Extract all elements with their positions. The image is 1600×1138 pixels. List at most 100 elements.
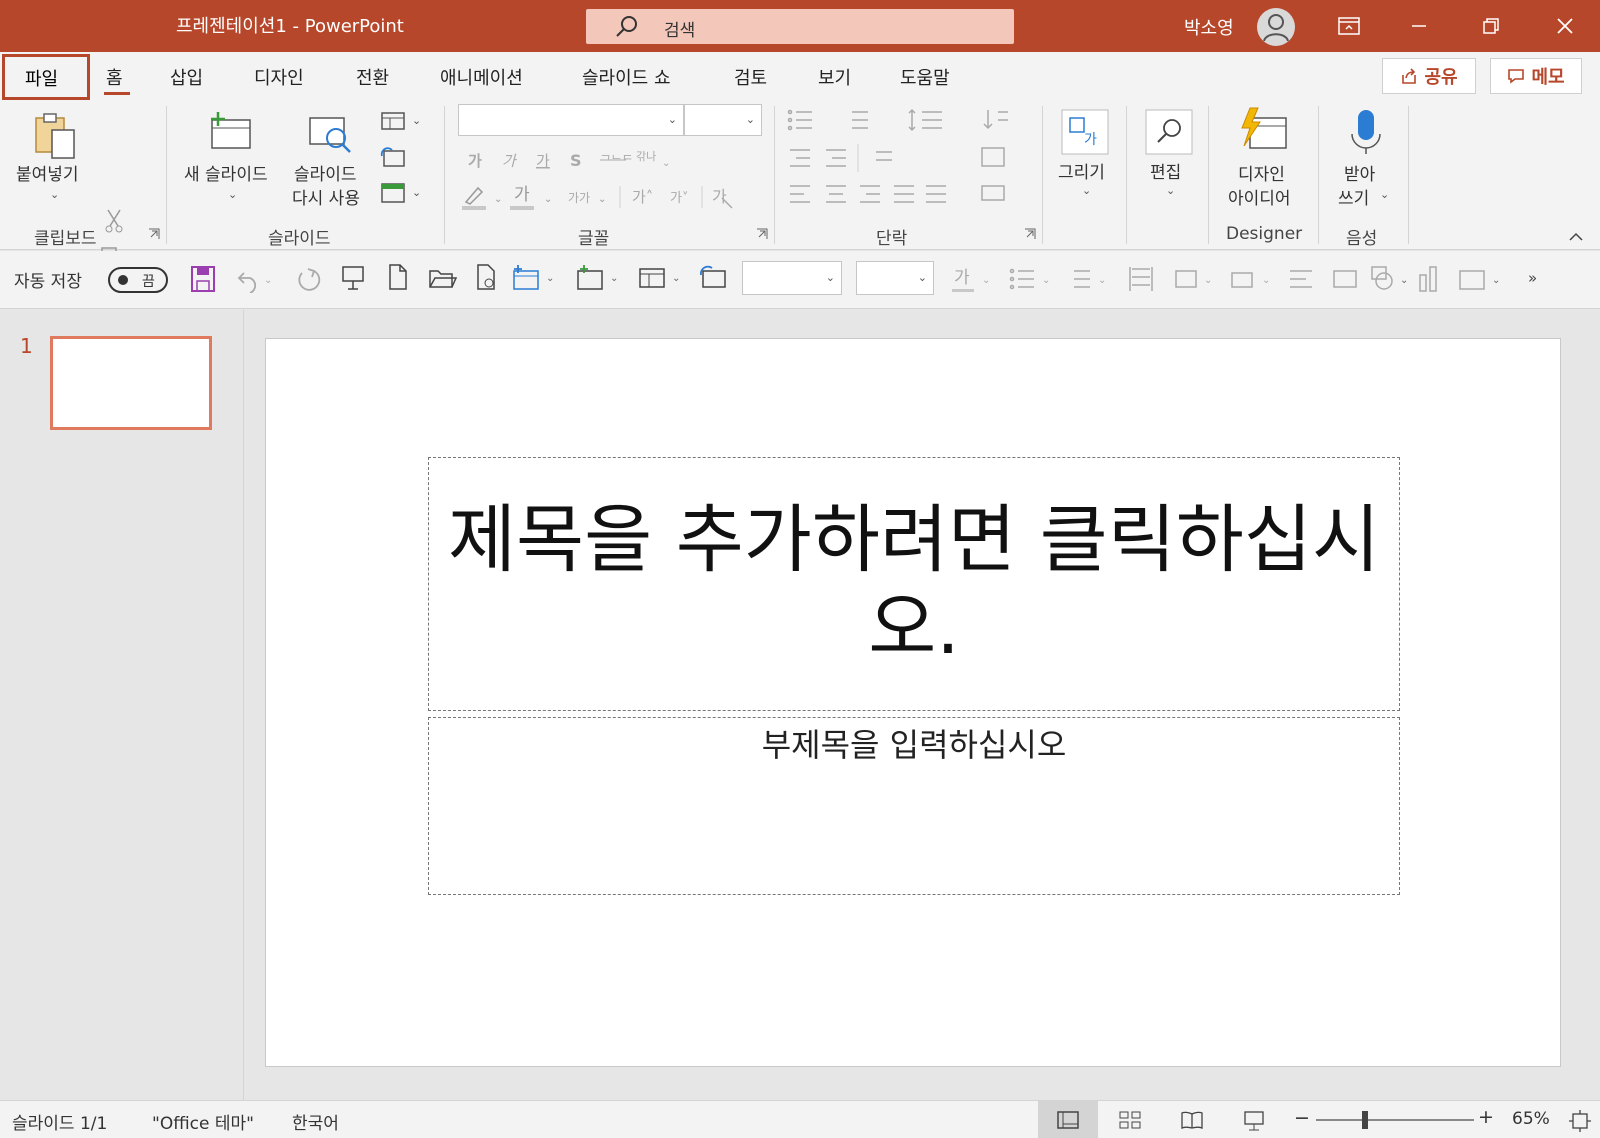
svg-text:⌄: ⌄ <box>662 158 670 169</box>
reading-view-button[interactable] <box>1162 1101 1222 1138</box>
dialog-launcher-icon[interactable] <box>756 228 768 240</box>
paste-button-label[interactable]: 붙여넣기 <box>16 160 79 185</box>
slideshow-view-button[interactable] <box>1224 1101 1284 1138</box>
tab-slideshow[interactable]: 슬라이드 쇼 <box>582 64 671 90</box>
dictate-label-2[interactable]: 쓰기 <box>1338 184 1369 209</box>
open-folder-icon[interactable] <box>428 265 458 291</box>
search-box[interactable]: 검색 <box>586 9 1014 44</box>
designer-group-label: Designer <box>1226 224 1303 244</box>
user-name[interactable]: 박소영 <box>1184 14 1234 40</box>
zoom-out-button[interactable]: − <box>1294 1107 1310 1129</box>
close-button[interactable] <box>1530 0 1600 52</box>
minimize-icon <box>1412 25 1426 27</box>
design-ideas-label-1[interactable]: 디자인 <box>1238 160 1285 185</box>
svg-text:⌄: ⌄ <box>1492 275 1500 286</box>
tab-transitions[interactable]: 전환 <box>356 64 389 90</box>
reset-qat-icon[interactable] <box>698 263 728 293</box>
find-icon[interactable] <box>1144 108 1194 156</box>
zoom-slider-thumb[interactable] <box>1362 1111 1368 1129</box>
reset-slide-icon[interactable] <box>380 146 406 168</box>
minimize-button[interactable] <box>1384 0 1454 52</box>
slideshow-from-start-icon[interactable] <box>340 263 368 293</box>
tab-review[interactable]: 검토 <box>734 64 767 90</box>
save-icon[interactable] <box>190 265 216 293</box>
slide-canvas[interactable]: 제목을 추가하려면 클릭하십시오. 부제목을 입력하십시오 <box>265 338 1561 1067</box>
restore-button[interactable] <box>1456 0 1526 52</box>
reuse-slides-label-1[interactable]: 슬라이드 <box>294 160 357 185</box>
draw-label[interactable]: 그리기 <box>1058 158 1105 183</box>
duplicate-slide-icon[interactable]: ⌄ <box>574 263 622 293</box>
design-ideas-label-2[interactable]: 아이디어 <box>1228 184 1291 209</box>
slide-sorter-button[interactable] <box>1100 1101 1160 1138</box>
normal-view-button[interactable] <box>1038 1101 1098 1138</box>
new-slide-label[interactable]: 새 슬라이드 <box>184 160 268 185</box>
edit-label[interactable]: 편집 <box>1150 158 1181 183</box>
subtitle-placeholder[interactable]: 부제목을 입력하십시오 <box>428 717 1400 895</box>
tab-design[interactable]: 디자인 <box>254 64 304 90</box>
svg-text:갂나: 갂나 <box>636 150 656 163</box>
font-color-row-icons[interactable]: ⌄ 가 ⌄ 가가 ⌄ 가˄ 가˅ 가 <box>460 182 760 212</box>
dictate-dropdown[interactable]: ⌄ <box>1380 188 1389 201</box>
new-slide-qat-icon[interactable]: ⌄ <box>510 263 558 293</box>
cut-icon[interactable] <box>102 208 126 234</box>
paste-icon[interactable] <box>30 110 82 162</box>
layout-qat-icon[interactable]: ⌄ <box>636 263 684 293</box>
section-dropdown[interactable]: ⌄ <box>412 186 421 199</box>
dialog-launcher-icon[interactable] <box>148 228 160 240</box>
section-icon[interactable] <box>380 182 406 204</box>
slide-thumbnail[interactable] <box>50 336 212 430</box>
fit-to-window-icon[interactable] <box>1568 1109 1592 1133</box>
svg-text:가: 가 <box>514 185 530 205</box>
draw-dropdown[interactable]: ⌄ <box>1082 184 1091 197</box>
autosave-toggle[interactable]: 끔 <box>108 267 168 293</box>
dialog-launcher-icon[interactable] <box>1024 228 1036 240</box>
microphone-icon[interactable] <box>1346 106 1386 158</box>
title-placeholder-text: 제목을 추가하려면 클릭하십시오. <box>447 497 1381 671</box>
tab-help[interactable]: 도움말 <box>900 64 950 90</box>
paragraph-format-icons[interactable] <box>786 106 1036 216</box>
qat-size-combo[interactable]: ⌄ <box>856 261 934 295</box>
new-slide-icon[interactable] <box>206 110 254 154</box>
memo-button[interactable]: 메모 <box>1490 58 1582 94</box>
collapse-ribbon-icon[interactable] <box>1568 230 1584 242</box>
edit-dropdown[interactable]: ⌄ <box>1166 184 1175 197</box>
clipboard-group-label: 클립보드 <box>34 229 97 249</box>
font-format-icons[interactable]: 가 가 가 S ᄀᄂᄃ 갂나 ⌄ <box>462 148 680 176</box>
language-indicator[interactable]: 한국어 <box>292 1109 339 1134</box>
zoom-in-button[interactable]: + <box>1478 1106 1494 1128</box>
qat-format-icons[interactable]: 가 ⌄ ⌄ ⌄ ⌄ ⌄ ⌄ ⌄ » <box>950 263 1550 295</box>
qat-font-combo[interactable]: ⌄ <box>742 261 842 295</box>
redo-icon[interactable] <box>294 265 322 293</box>
design-ideas-icon[interactable] <box>1236 106 1292 154</box>
tab-home[interactable]: 홈 <box>106 64 123 90</box>
zoom-slider[interactable] <box>1316 1119 1474 1121</box>
undo-icon[interactable]: ⌄ <box>236 265 280 293</box>
comment-icon <box>1508 69 1525 84</box>
new-file-icon[interactable] <box>386 263 410 293</box>
ribbon-display-icon <box>1338 17 1360 35</box>
shapes-icon[interactable]: 가 <box>1060 108 1110 156</box>
layout-dropdown[interactable]: ⌄ <box>412 114 421 127</box>
slide-number: 1 <box>20 334 33 358</box>
font-size-combo[interactable]: ⌄ <box>684 104 762 136</box>
svg-text:⌄: ⌄ <box>546 273 554 284</box>
share-button[interactable]: 공유 <box>1382 58 1476 94</box>
title-placeholder[interactable]: 제목을 추가하려면 클릭하십시오. <box>428 457 1400 711</box>
svg-text:⌄: ⌄ <box>982 275 990 286</box>
tab-insert[interactable]: 삽입 <box>170 64 203 90</box>
tab-animations[interactable]: 애니메이션 <box>440 64 523 90</box>
svg-text:가가: 가가 <box>568 191 590 205</box>
new-slide-dropdown[interactable]: ⌄ <box>228 188 237 201</box>
ribbon-display-options-button[interactable] <box>1314 0 1384 52</box>
zoom-level[interactable]: 65% <box>1512 1109 1550 1129</box>
dictate-label-1[interactable]: 받아 <box>1344 160 1375 185</box>
avatar[interactable] <box>1257 8 1295 46</box>
reuse-slides-icon[interactable] <box>306 112 354 156</box>
layout-icon[interactable] <box>380 110 406 132</box>
reuse-slides-label-2[interactable]: 다시 사용 <box>292 184 360 209</box>
tab-file[interactable]: 파일 <box>2 54 90 100</box>
paste-dropdown[interactable]: ⌄ <box>50 188 59 201</box>
font-name-combo[interactable]: ⌄ <box>458 104 684 136</box>
print-preview-icon[interactable] <box>474 263 500 293</box>
tab-view[interactable]: 보기 <box>818 64 851 90</box>
